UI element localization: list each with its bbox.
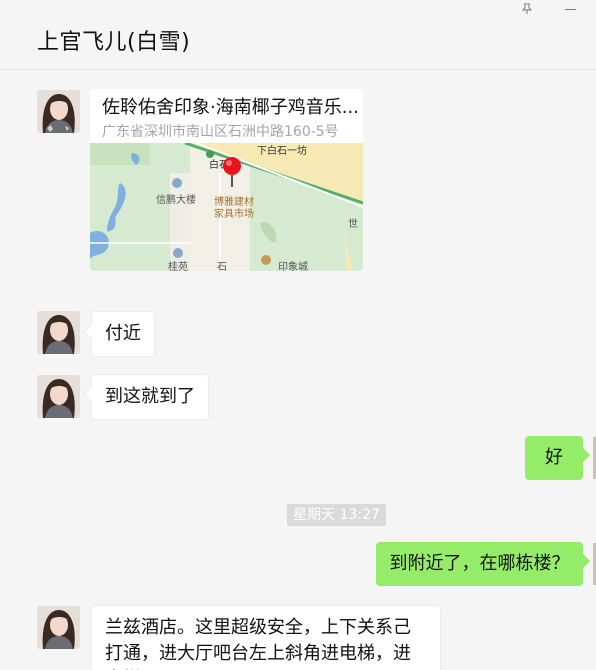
avatar[interactable] xyxy=(37,311,80,354)
location-name: 佐聆佑舍印象·海南椰子鸡音乐... xyxy=(102,97,357,118)
map-label-poi-center: 博雅建材家具市场 xyxy=(214,195,254,220)
map-label-poi-left: 信鹏大楼 xyxy=(156,193,196,206)
message-bubble-me[interactable]: 到附近了，在哪栋楼？ xyxy=(376,542,583,586)
timestamp-badge: 星期天 13:27 xyxy=(287,504,386,526)
map-label-poi-bottom-left: 桂苑 xyxy=(168,260,188,271)
avatar[interactable] xyxy=(37,375,80,418)
map-label-road: 下白石一坊 xyxy=(257,144,307,157)
title-bar: 上官飞儿(白雪) xyxy=(0,0,596,70)
message-bubble-other[interactable]: 兰兹酒店。这里超级安全，上下关系己打通，进大厅吧台左上斜角进电梯，进电梯 xyxy=(91,605,441,670)
message-bubble-other[interactable]: 到这就到了 xyxy=(91,374,209,420)
chat-title: 上官飞儿(白雪) xyxy=(37,30,191,55)
location-address: 广东省深圳市南山区石洲中路160-5号 xyxy=(102,124,339,140)
avatar[interactable] xyxy=(37,90,80,133)
map-label-edge: 世 xyxy=(348,218,358,230)
map-label-poi-bottom: 印象城 xyxy=(278,261,308,271)
avatar[interactable] xyxy=(37,606,80,649)
map-label-stone: 石 xyxy=(217,262,227,271)
location-map: 下白石一坊 白石洲 信鹏大楼 博雅建材家具市场 桂苑 石 印象城 世 xyxy=(90,143,363,271)
location-card[interactable]: 佐聆佑舍印象·海南椰子鸡音乐... 广东省深圳市南山区石洲中路160-5号 下白… xyxy=(90,89,363,271)
message-bubble-me[interactable]: 好 xyxy=(525,436,583,480)
minimize-icon[interactable] xyxy=(557,0,583,18)
message-bubble-other[interactable]: 付近 xyxy=(91,311,155,357)
pin-icon[interactable] xyxy=(514,0,540,18)
